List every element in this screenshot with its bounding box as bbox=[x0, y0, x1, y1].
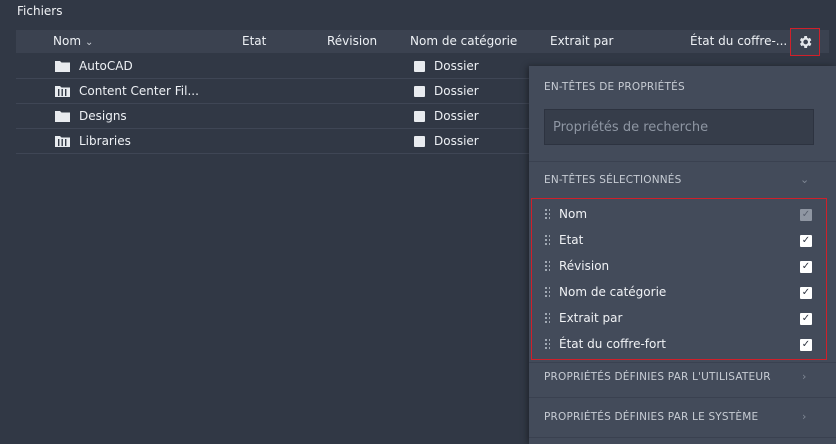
selected-headers-list: Nom ✓ Etat ✓ Révision ✓ Nom de catégorie… bbox=[531, 198, 827, 360]
sort-chevron-down-icon: ⌄ bbox=[85, 37, 94, 48]
row-name: Designs bbox=[79, 109, 127, 123]
vault-file-browser: Fichiers Nom ⌄ Etat Révision Nom de catég… bbox=[0, 0, 836, 444]
selected-header-label: Etat bbox=[559, 233, 584, 247]
divider bbox=[529, 437, 836, 438]
divider bbox=[529, 161, 836, 162]
gear-icon bbox=[799, 36, 812, 48]
header-checkbox[interactable]: ✓ bbox=[800, 261, 812, 273]
row-name: Content Center Fil... bbox=[79, 84, 199, 98]
selected-header-item[interactable]: Nom ✓ bbox=[532, 202, 826, 228]
selected-header-label: Nom bbox=[559, 207, 588, 221]
user-defined-properties-heading[interactable]: PROPRIÉTÉS DÉFINIES PAR L'UTILISATEUR bbox=[544, 371, 771, 383]
library-folder-icon bbox=[55, 86, 70, 97]
column-header-name[interactable]: Nom ⌄ bbox=[53, 34, 93, 48]
drag-handle-icon[interactable] bbox=[544, 234, 550, 247]
column-header-row: Nom ⌄ Etat Révision Nom de catégorie Extr… bbox=[16, 30, 829, 53]
drag-handle-icon[interactable] bbox=[544, 208, 550, 221]
row-category: Dossier bbox=[434, 109, 479, 123]
column-header-state[interactable]: Etat bbox=[242, 34, 266, 48]
table-row[interactable]: AutoCAD Dossier bbox=[16, 54, 536, 79]
chevron-right-icon[interactable]: › bbox=[802, 410, 806, 423]
header-checkbox[interactable]: ✓ bbox=[800, 339, 812, 351]
divider bbox=[529, 362, 836, 363]
table-row[interactable]: Designs Dossier bbox=[16, 104, 536, 129]
drag-handle-icon[interactable] bbox=[544, 338, 550, 351]
table-row[interactable]: Libraries Dossier bbox=[16, 129, 536, 154]
column-header-category[interactable]: Nom de catégorie bbox=[410, 34, 517, 48]
divider bbox=[529, 397, 836, 398]
selected-header-item[interactable]: Extrait par ✓ bbox=[532, 306, 826, 332]
selected-header-label: Révision bbox=[559, 259, 610, 273]
chevron-down-icon[interactable]: ⌄ bbox=[800, 173, 809, 186]
category-swatch-icon bbox=[414, 111, 425, 122]
folder-icon bbox=[55, 61, 70, 72]
selected-header-label: État du coffre-fort bbox=[559, 337, 666, 351]
header-checkbox[interactable]: ✓ bbox=[800, 313, 812, 325]
column-header-revision[interactable]: Révision bbox=[327, 34, 377, 48]
drag-handle-icon[interactable] bbox=[544, 286, 550, 299]
category-swatch-icon bbox=[414, 136, 425, 147]
column-settings-panel: EN-TÊTES DE PROPRIÉTÉS EN-TÊTES SÉLECTIO… bbox=[529, 66, 836, 444]
category-swatch-icon bbox=[414, 86, 425, 97]
row-name: AutoCAD bbox=[79, 59, 133, 73]
header-checkbox[interactable]: ✓ bbox=[800, 235, 812, 247]
column-header-checked-out-by[interactable]: Extrait par bbox=[550, 34, 613, 48]
header-checkbox: ✓ bbox=[800, 209, 812, 221]
header-checkbox[interactable]: ✓ bbox=[800, 287, 812, 299]
selected-header-item[interactable]: Révision ✓ bbox=[532, 254, 826, 280]
category-swatch-icon bbox=[414, 61, 425, 72]
section-title: Fichiers bbox=[17, 4, 63, 18]
row-category: Dossier bbox=[434, 59, 479, 73]
table-row[interactable]: Content Center Fil... Dossier bbox=[16, 79, 536, 104]
chevron-right-icon[interactable]: › bbox=[802, 370, 806, 383]
selected-header-item[interactable]: Etat ✓ bbox=[532, 228, 826, 254]
drag-handle-icon[interactable] bbox=[544, 260, 550, 273]
properties-heading: EN-TÊTES DE PROPRIÉTÉS bbox=[544, 81, 685, 93]
row-category: Dossier bbox=[434, 134, 479, 148]
selected-header-label: Extrait par bbox=[559, 311, 623, 325]
column-header-vault-state[interactable]: État du coffre-... bbox=[690, 34, 787, 48]
column-header-name-label: Nom bbox=[53, 34, 82, 48]
column-settings-button[interactable] bbox=[790, 28, 820, 56]
library-folder-icon bbox=[55, 136, 70, 147]
selected-header-item[interactable]: État du coffre-fort ✓ bbox=[532, 332, 826, 358]
selected-header-item[interactable]: Nom de catégorie ✓ bbox=[532, 280, 826, 306]
drag-handle-icon[interactable] bbox=[544, 312, 550, 325]
folder-icon bbox=[55, 111, 70, 122]
selected-heading[interactable]: EN-TÊTES SÉLECTIONNÉS bbox=[544, 174, 682, 186]
row-name: Libraries bbox=[79, 134, 131, 148]
property-search-box[interactable] bbox=[544, 109, 814, 145]
property-search-input[interactable] bbox=[545, 110, 813, 144]
system-defined-properties-heading[interactable]: PROPRIÉTÉS DÉFINIES PAR LE SYSTÈME bbox=[544, 411, 758, 423]
row-category: Dossier bbox=[434, 84, 479, 98]
selected-header-label: Nom de catégorie bbox=[559, 285, 667, 299]
